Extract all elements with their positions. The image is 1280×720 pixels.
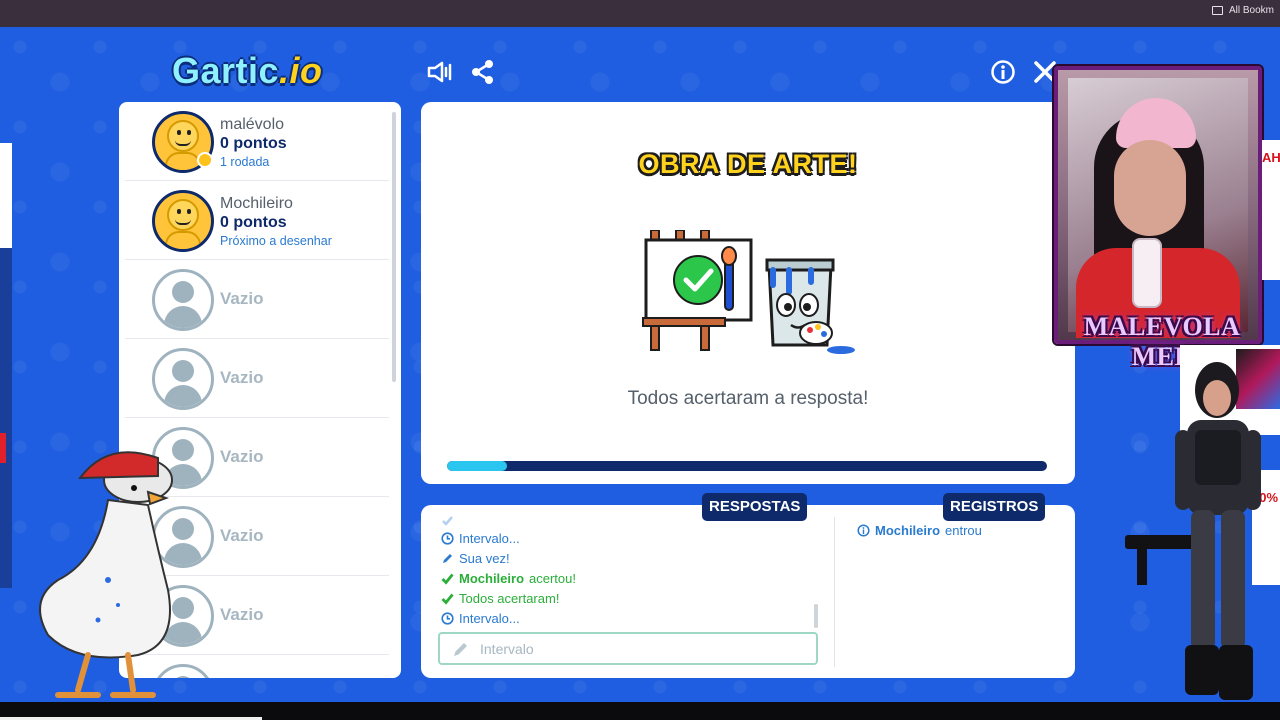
message-text: Sua vez!: [459, 550, 510, 566]
left-edge-window: [0, 143, 12, 588]
check-icon: [441, 572, 454, 585]
answer-input-box[interactable]: [438, 632, 818, 665]
sound-icon[interactable]: [426, 58, 454, 86]
browser-bar: All Bookm: [0, 0, 1280, 27]
round-timer-bar: [447, 461, 1047, 471]
webcam-overlay: [1054, 66, 1262, 344]
player-row[interactable]: Mochileiro 0 pontos Próximo a desenhar: [125, 181, 389, 260]
drawing-turn-badge: [197, 152, 213, 168]
all-bookmarks-label: All Bookm: [1228, 5, 1274, 16]
empty-slot-label: Vazio: [220, 526, 264, 545]
gartic-logo[interactable]: Gartic.io: [172, 50, 323, 94]
check-icon: [441, 515, 454, 527]
player-list-scrollbar[interactable]: [392, 112, 396, 382]
folder-icon: [1211, 6, 1223, 15]
player-avatar: [152, 190, 214, 252]
answers-list[interactable]: Intervalo... Sua vez! Mochileiro acertou…: [441, 515, 811, 630]
list-item: Intervalo...: [441, 528, 520, 548]
log-text: entrou: [945, 523, 982, 538]
pencil-icon: [454, 642, 467, 656]
empty-slot-label: Vazio: [220, 289, 264, 308]
list-item: Intervalo...: [441, 608, 520, 628]
player-points: 0 pontos: [220, 135, 287, 152]
clock-icon: [441, 611, 454, 625]
log-author: Mochileiro: [875, 523, 941, 538]
logo-suffix: .io: [279, 50, 323, 91]
easel-paint-illustration-icon: [642, 230, 855, 354]
speaker-icon: [427, 61, 452, 83]
player-status: 1 rodada: [220, 155, 270, 169]
empty-slot: Vazio: [125, 339, 389, 418]
logo-text: Gartic: [172, 50, 280, 91]
info-icon: [857, 524, 870, 537]
round-result-panel: OBRA DE ARTE! Todos acertaram a resposta…: [421, 102, 1075, 484]
empty-avatar: [152, 269, 214, 331]
check-icon: [441, 592, 454, 605]
message-text: Intervalo...: [459, 610, 520, 626]
round-title: OBRA DE ARTE!: [638, 149, 858, 179]
soldier-character-image: [1125, 362, 1261, 700]
message-text: acertou!: [529, 570, 576, 586]
empty-slot-label: Vazio: [220, 447, 264, 466]
list-item: Todos acertaram!: [441, 588, 559, 608]
log-item: Mochileiro entrou: [857, 523, 982, 538]
empty-slot-label: Vazio: [220, 368, 264, 387]
chat-panel: RESPOSTAS REGISTROS Intervalo... Sua vez…: [421, 493, 1075, 678]
answer-input[interactable]: [480, 640, 780, 657]
empty-avatar: [152, 348, 214, 410]
player-points: 0 pontos: [220, 214, 287, 231]
right-ad-fragment: AH: [1262, 140, 1280, 280]
tab-logs[interactable]: REGISTROS: [943, 493, 1046, 521]
player-name: malévolo: [220, 116, 285, 133]
duck-mascot-image: [39, 451, 173, 698]
answers-scrollbar[interactable]: [814, 604, 818, 628]
empty-slot: Vazio: [125, 260, 389, 339]
chat-divider: [834, 517, 835, 667]
player-name: Mochileiro: [220, 195, 293, 212]
microphone-icon: [1132, 238, 1162, 308]
empty-slot-label: Vazio: [220, 605, 264, 624]
info-icon[interactable]: [989, 58, 1017, 86]
ad-text: AH: [1262, 150, 1280, 165]
list-item: Mochileiro acertou!: [441, 568, 576, 588]
all-bookmarks[interactable]: All Bookm: [1211, 5, 1274, 16]
player-status: Próximo a desenhar: [220, 234, 332, 248]
player-row[interactable]: malévolo 0 pontos 1 rodada: [125, 102, 389, 181]
share-icon[interactable]: [469, 58, 497, 86]
pencil-icon: [441, 552, 454, 565]
message-text: Intervalo...: [459, 530, 520, 546]
round-result-message: Todos acertaram a resposta!: [627, 388, 869, 409]
clock-icon: [441, 531, 454, 545]
bottom-bar: [0, 702, 1280, 720]
round-timer-fill: [447, 461, 507, 471]
message-text: Todos acertaram!: [459, 590, 560, 606]
list-item: Sua vez!: [441, 548, 510, 568]
message-author: Mochileiro: [459, 570, 525, 586]
